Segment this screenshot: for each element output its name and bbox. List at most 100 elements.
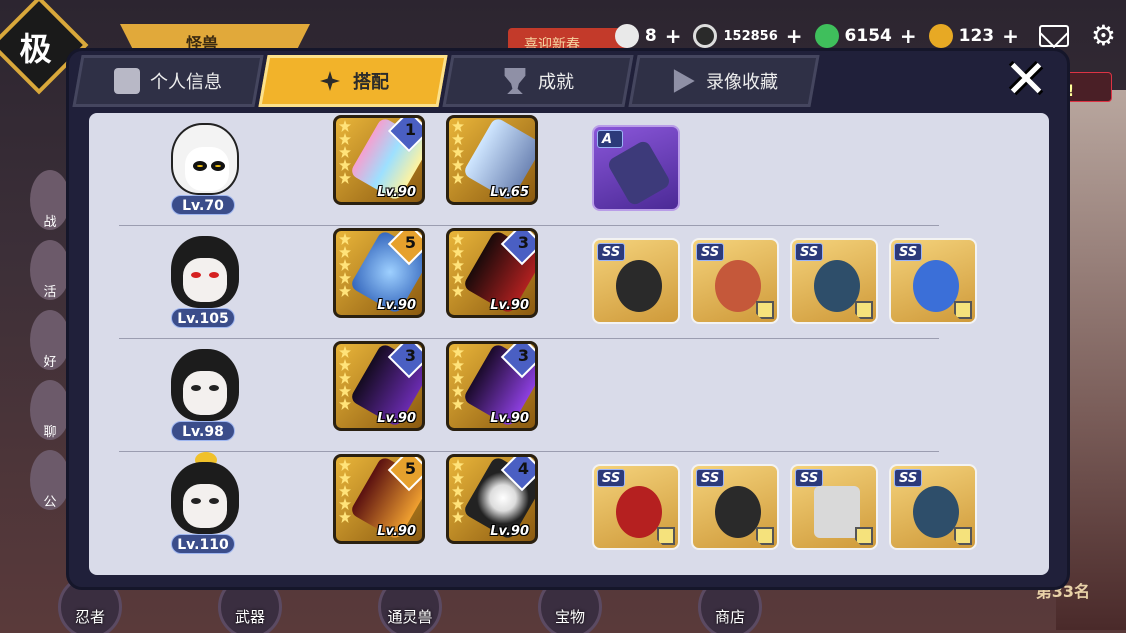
character-level: Lv.70	[171, 195, 235, 215]
upgrade-corner-icon	[756, 527, 774, 545]
add-stamina-button[interactable]: +	[665, 24, 682, 48]
tab-loadout[interactable]: 搭配	[258, 55, 448, 107]
item-grade-badge: SS	[597, 243, 626, 261]
add-coins-button[interactable]: +	[786, 24, 803, 48]
loadout-row: Lv.105 5 Lv.90 3 Lv.90 SS SS SS SS	[119, 226, 977, 339]
equipment-item[interactable]: SS	[790, 238, 878, 324]
nav-shop-label: 商店	[714, 608, 745, 626]
weapon-level: Lv.90	[490, 298, 529, 313]
nav-treasure-label: 宝物	[554, 608, 585, 626]
tab-bar: 个人信息 搭配 成就 录像收藏	[72, 55, 820, 113]
close-button[interactable]: ✕	[997, 50, 1055, 110]
gourd-icon	[913, 486, 959, 538]
loadout-row: Lv.110 5 Lv.90 4 Lv.90 SS SS SS SS	[119, 452, 977, 565]
character-level: Lv.110	[171, 534, 235, 554]
gems-value: 6154	[844, 26, 892, 46]
logo-char: 极	[19, 30, 52, 69]
equipment-item[interactable]: SS	[889, 464, 977, 550]
mail-icon[interactable]	[1038, 25, 1069, 47]
weapon-slot[interactable]: 1 Lv.90	[333, 115, 425, 205]
character-avatar-masked-girl[interactable]: Lv.105	[157, 236, 247, 336]
character-avatar-duck-girl[interactable]: Lv.110	[157, 452, 247, 562]
masked-girl-face	[171, 236, 239, 308]
weapon-level: Lv.90	[490, 524, 529, 539]
item-grade-badge: SS	[696, 243, 725, 261]
tab-personal-info[interactable]: 个人信息	[72, 55, 264, 107]
weapon-slot[interactable]: 3 Lv.90	[446, 341, 538, 431]
tier-number: 4	[517, 459, 529, 478]
item-grade-badge: SS	[795, 243, 824, 261]
trophy-icon	[502, 68, 528, 94]
fan-icon	[715, 260, 761, 312]
weapon-slot[interactable]: 3 Lv.90	[333, 341, 425, 431]
upgrade-corner-icon	[855, 527, 873, 545]
weapon-slot[interactable]: 3 Lv.90	[446, 228, 538, 318]
loadout-row: Lv.70 1 Lv.90 Lv.65 A	[119, 113, 939, 226]
side-item-activity[interactable]: 活	[30, 240, 70, 300]
side-item-notice[interactable]: 公	[30, 450, 70, 510]
stamina-value: 8	[644, 26, 657, 46]
add-gems-button[interactable]: +	[900, 24, 917, 48]
tab-loadout-label: 搭配	[353, 72, 389, 93]
item-grade-badge: SS	[696, 469, 725, 487]
equipment-item[interactable]: SS	[790, 464, 878, 550]
upgrade-corner-icon	[954, 527, 972, 545]
weapon-level: Lv.90	[377, 524, 416, 539]
upgrade-corner-icon	[954, 301, 972, 319]
character-avatar-panda[interactable]: Lv.70	[157, 123, 247, 223]
profile-icon	[114, 68, 140, 94]
weapon-slot[interactable]: 5 Lv.90	[333, 454, 425, 544]
star-rating	[339, 459, 351, 523]
scroll-item[interactable]: A	[592, 125, 680, 211]
nav-ninja-label: 忍者	[74, 608, 105, 626]
gear-icon[interactable]: ⚙	[1091, 22, 1116, 50]
side-item-chat[interactable]: 聊	[30, 380, 70, 440]
coin-icon	[693, 24, 718, 48]
currency-gems: 6154 +	[814, 24, 917, 48]
weapon-level: Lv.65	[490, 185, 529, 200]
add-gold-button[interactable]: +	[1002, 24, 1019, 48]
close-icon: ✕	[1004, 50, 1048, 110]
upgrade-corner-icon	[855, 301, 873, 319]
side-item-friends[interactable]: 好	[30, 310, 70, 370]
loadout-list: Lv.70 1 Lv.90 Lv.65 A Lv.105 5 Lv.90 3 L…	[89, 113, 1049, 575]
tier-number: 3	[404, 346, 416, 365]
star-rating	[339, 346, 351, 410]
tab-achievements[interactable]: 成就	[442, 55, 634, 107]
upgrade-corner-icon	[657, 527, 675, 545]
item-icon	[616, 260, 662, 312]
weapon-level: Lv.90	[377, 411, 416, 426]
loadout-row: Lv.98 3 Lv.90 3 Lv.90	[119, 339, 939, 452]
side-item-battle[interactable]: 战	[30, 170, 70, 230]
green-gem-icon	[814, 24, 839, 48]
weapon-level: Lv.90	[377, 185, 416, 200]
character-avatar-spiky-ninja[interactable]: Lv.98	[157, 349, 247, 449]
gold-drop-icon	[928, 24, 953, 48]
tab-replays-label: 录像收藏	[706, 72, 778, 93]
item-grade-badge: SS	[597, 469, 626, 487]
weapon-slot[interactable]: Lv.65	[446, 115, 538, 205]
upgrade-corner-icon	[756, 301, 774, 319]
equipment-item[interactable]: SS	[691, 464, 779, 550]
currency-stamina: 8 +	[614, 24, 682, 48]
character-level: Lv.105	[171, 308, 235, 328]
item-grade-badge: A	[597, 130, 623, 148]
weapon-level: Lv.90	[490, 411, 529, 426]
equipment-item[interactable]: SS	[592, 464, 680, 550]
tab-replays[interactable]: 录像收藏	[628, 55, 820, 107]
side-menu: 战 活 好 聊 公	[30, 170, 70, 530]
shuriken-icon	[317, 68, 343, 94]
panda-face	[171, 123, 239, 195]
nav-weapon-label: 武器	[234, 608, 265, 626]
profile-panel: 个人信息 搭配 成就 录像收藏 ✕ Lv.70 1 Lv.90 Lv.65 A …	[66, 48, 1070, 590]
tier-number: 5	[404, 459, 416, 478]
equipment-item[interactable]: SS	[889, 238, 977, 324]
weapon-slot[interactable]: 4 Lv.90	[446, 454, 538, 544]
star-rating	[452, 346, 464, 410]
equipment-item[interactable]: SS	[691, 238, 779, 324]
duck-girl-face	[171, 462, 239, 534]
tier-number: 3	[517, 233, 529, 252]
star-rating	[452, 120, 464, 184]
weapon-slot[interactable]: 5 Lv.90	[333, 228, 425, 318]
equipment-item[interactable]: SS	[592, 238, 680, 324]
